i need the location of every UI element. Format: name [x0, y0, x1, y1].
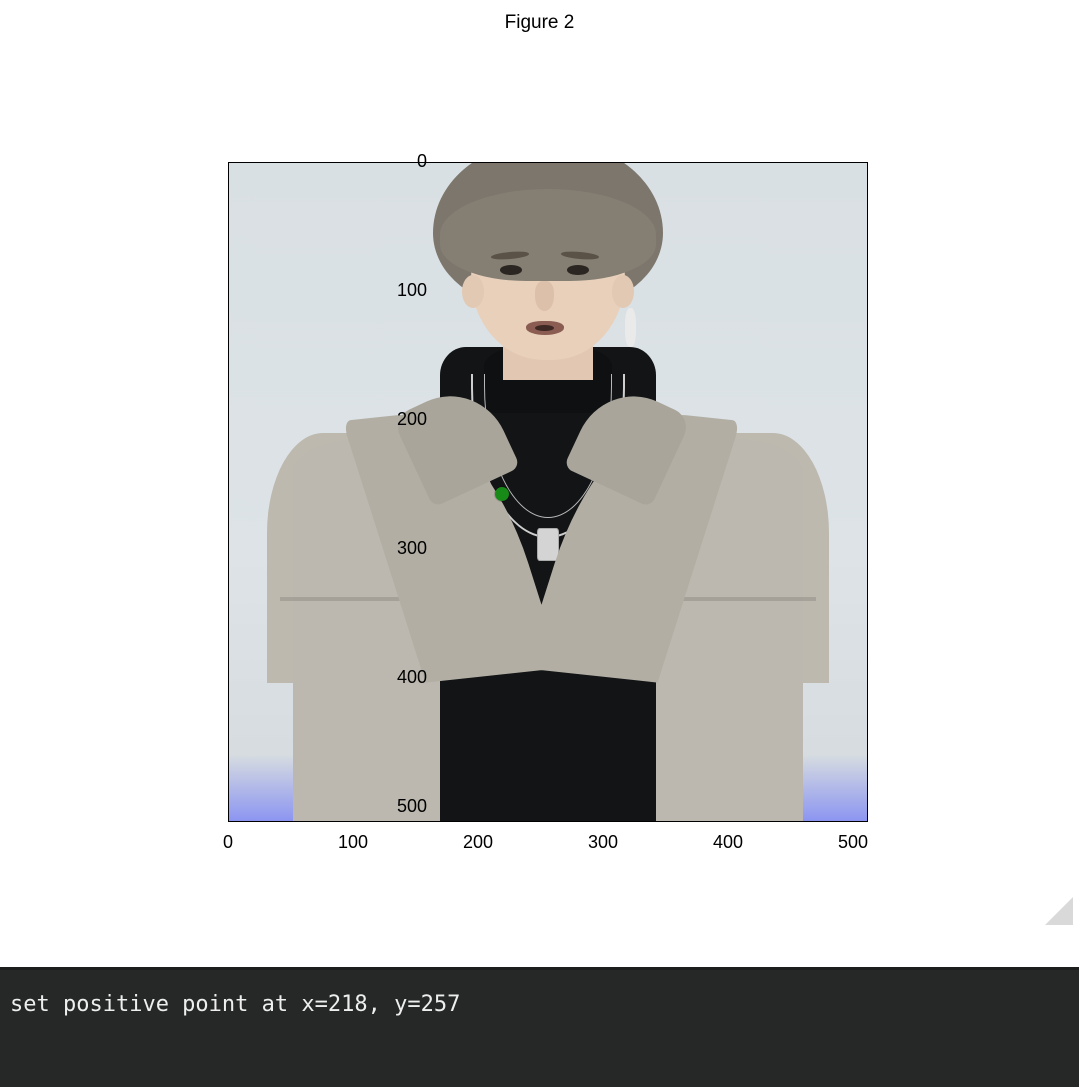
x-tick-label: 200 [458, 832, 498, 853]
displayed-image[interactable] [229, 163, 867, 821]
y-tick-label: 0 [377, 151, 427, 172]
x-tick-label: 0 [208, 832, 248, 853]
y-tick-label: 200 [377, 409, 427, 430]
y-tick-label: 500 [377, 796, 427, 817]
x-tick-label: 100 [333, 832, 373, 853]
figure-window: Figure 2 [0, 0, 1079, 1087]
console-line: set positive point at x=218, y=257 [10, 992, 460, 1017]
y-tick-label: 300 [377, 538, 427, 559]
window-title: Figure 2 [0, 0, 1079, 42]
x-tick-label: 500 [833, 832, 873, 853]
console-output: set positive point at x=218, y=257 [0, 967, 1079, 1087]
x-tick-label: 300 [583, 832, 623, 853]
axes[interactable] [228, 162, 868, 822]
figure-canvas[interactable]: 0 100 200 300 400 500 0 100 200 300 400 500 [0, 42, 1079, 933]
point-marker-positive[interactable] [495, 487, 509, 501]
y-tick-label: 400 [377, 667, 427, 688]
x-tick-label: 400 [708, 832, 748, 853]
resize-grip-icon[interactable] [1045, 897, 1073, 925]
y-tick-label: 100 [377, 280, 427, 301]
